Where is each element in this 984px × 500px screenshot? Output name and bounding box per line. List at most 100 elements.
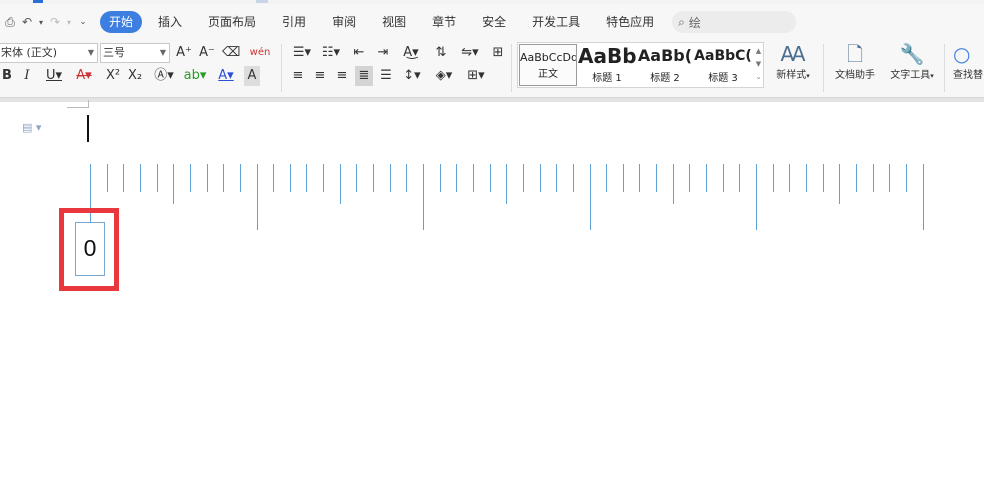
line-spacing-icon[interactable]: ↕▾ (400, 66, 424, 86)
customize-toolbar-icon[interactable]: ⌄ (76, 17, 90, 27)
ruler-tick (889, 164, 891, 192)
ruler-tick (722, 164, 724, 192)
font-size-select[interactable]: 三号 ▼ (100, 43, 170, 63)
ruler-tick (789, 164, 791, 192)
superscript-icon[interactable]: X² (104, 66, 122, 86)
text-tools-button[interactable]: 🔧 文字工具▾ (884, 42, 940, 81)
ruler-tick (306, 164, 308, 192)
style-name: 正文 (538, 69, 558, 80)
style-normal[interactable]: AaBbCcDd 正文 (519, 44, 577, 86)
ruler-tick (855, 164, 857, 192)
distributed-icon[interactable]: ☰ (377, 66, 395, 86)
ruler-tick (556, 164, 558, 192)
redo-icon[interactable]: ↷ (48, 15, 62, 29)
ruler-tick (506, 164, 508, 204)
text-effect-icon[interactable]: Ⓐ▾ (152, 66, 176, 86)
tab-references[interactable]: 引用 (272, 11, 316, 33)
new-style-button[interactable]: Ꜳ 新样式▾ (770, 42, 816, 81)
style-heading-1[interactable]: AaBb 标题 1 (578, 44, 636, 86)
decrease-indent-icon[interactable]: ⇤ (350, 43, 368, 63)
tab-security[interactable]: 安全 (472, 11, 516, 33)
align-center-icon[interactable]: ≡ (311, 66, 329, 86)
print-preview-icon[interactable]: ⎙ (3, 15, 17, 30)
clear-format-icon[interactable]: ⌫ (222, 43, 240, 63)
borders-icon[interactable]: ⊞▾ (463, 66, 489, 86)
tab-chapter[interactable]: 章节 (422, 11, 466, 33)
tab-page-layout[interactable]: 页面布局 (198, 11, 266, 33)
ruler-tick (139, 164, 141, 192)
show-hide-marks-icon[interactable]: ⇋▾ (457, 43, 483, 63)
ruler-tick (839, 164, 841, 204)
doc-assistant-button[interactable]: 🗋 文档助手 (831, 42, 879, 81)
tab-insert[interactable]: 插入 (148, 11, 192, 33)
increase-indent-icon[interactable]: ⇥ (374, 43, 392, 63)
tab-special-features[interactable]: 特色应用 (596, 11, 664, 33)
ruler-tick (539, 164, 541, 192)
ruler-tick (389, 164, 391, 192)
ruler-tick (256, 164, 258, 230)
chevron-down-icon: ▼ (87, 48, 94, 57)
font-color-icon[interactable]: A▾ (214, 66, 238, 86)
ruler-tick (922, 164, 924, 230)
ruler-tick (456, 164, 458, 192)
new-style-label: 新样式 (776, 70, 807, 81)
ruler-tick (872, 164, 874, 192)
ruler-tick (339, 164, 341, 204)
bullet-list-icon[interactable]: ☰▾ (289, 43, 315, 63)
undo-dropdown-icon[interactable]: ▾ (37, 18, 45, 27)
tab-view[interactable]: 视图 (372, 11, 416, 33)
justify-icon[interactable]: ≣ (355, 66, 373, 86)
ribbon-separator (511, 44, 512, 92)
ruler-tick (756, 164, 757, 230)
find-replace-button[interactable]: ○ 查找替 (953, 42, 984, 81)
ruler-tick (772, 164, 774, 192)
search-input[interactable]: 绘 (689, 14, 701, 31)
find-replace-label: 查找替 (953, 70, 983, 81)
strikethrough-icon[interactable]: A▾ (72, 66, 96, 86)
align-left-icon[interactable]: ≡ (289, 66, 307, 86)
font-name-select[interactable]: 宋体 (正文) ▼ (0, 43, 98, 63)
shading-icon[interactable]: ◈▾ (432, 66, 456, 86)
style-heading-2[interactable]: AaBb( 标题 2 (636, 44, 694, 86)
menu-bar: ⎙ ↶ ▾ ↷ ▾ ⌄ 开始 插入 页面布局 引用 审阅 视图 章节 安全 开发… (0, 4, 984, 40)
grow-font-icon[interactable]: A⁺ (175, 43, 193, 63)
underline-icon[interactable]: U▾ (42, 66, 66, 86)
ruler-tick (123, 164, 125, 192)
shrink-font-icon[interactable]: A⁻ (198, 43, 216, 63)
ruler-tick (356, 164, 358, 192)
style-gallery: AaBbCcDd 正文 AaBb 标题 1 AaBb( 标题 2 AaBbC( … (517, 42, 764, 88)
tab-developer[interactable]: 开发工具 (522, 11, 590, 33)
style-heading-3[interactable]: AaBbC( 标题 3 (694, 44, 752, 86)
tab-review[interactable]: 审阅 (322, 11, 366, 33)
doc-tab-indicator[interactable] (33, 0, 43, 3)
ruler-tick (472, 164, 474, 192)
align-right-icon[interactable]: ≡ (333, 66, 351, 86)
undo-icon[interactable]: ↶ (20, 15, 34, 29)
numbered-list-icon[interactable]: ☷▾ (318, 43, 344, 63)
italic-icon[interactable]: I (20, 66, 34, 86)
phonetic-guide-icon[interactable]: wén (248, 43, 272, 63)
sort-icon[interactable]: ⇅ (432, 43, 450, 63)
char-shading-icon[interactable]: A (244, 66, 260, 86)
subscript-icon[interactable]: X₂ (126, 66, 144, 86)
ruler-tick (589, 164, 591, 230)
style-gallery-scroll[interactable]: ▲ ▼ ⌄ (754, 45, 763, 84)
redo-dropdown-icon[interactable]: ▾ (65, 18, 73, 27)
ruler-tick (522, 164, 524, 192)
style-preview: AaBb( (637, 46, 693, 65)
highlight-icon[interactable]: ab▾ (182, 66, 208, 86)
ruler-tick (606, 164, 608, 192)
ruler-tick (639, 164, 641, 192)
bold-icon[interactable]: B (0, 66, 14, 86)
paste-options-icon[interactable]: ▤ ▾ (22, 121, 41, 134)
ruler-tick (106, 164, 108, 192)
doc-tab-indicator-secondary[interactable] (256, 0, 268, 3)
table-icon[interactable]: ⊞ (489, 43, 507, 63)
wrench-icon: 🔧 (899, 42, 925, 66)
ruler-zero-textbox[interactable]: 0 (75, 215, 105, 276)
chinese-layout-icon[interactable]: A͜▾ (399, 43, 423, 63)
ruler-tick (156, 164, 158, 192)
search-box[interactable]: ⌕ 绘 (672, 11, 797, 33)
tab-home[interactable]: 开始 (100, 11, 143, 33)
ruler-tick (739, 164, 741, 192)
